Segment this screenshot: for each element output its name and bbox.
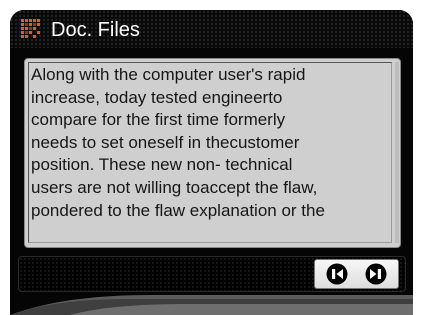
document-body-text: Along with the computer user's rapid inc…	[31, 65, 325, 220]
decorative-footer-swoosh	[10, 295, 413, 315]
title-bar: Doc. Files	[10, 10, 413, 48]
page-navigation-group	[314, 259, 399, 289]
document-viewer-window: Doc. Files Along with the computer user'…	[10, 10, 413, 315]
previous-page-icon[interactable]	[326, 263, 348, 285]
document-text-frame: Along with the computer user's rapid inc…	[28, 62, 392, 243]
document-scrollbar[interactable]	[395, 62, 399, 243]
next-page-icon[interactable]	[365, 263, 387, 285]
document-text-panel[interactable]: Along with the computer user's rapid inc…	[24, 58, 401, 248]
dot-matrix-document-icon	[21, 19, 40, 38]
window-title: Doc. Files	[51, 19, 140, 41]
bottom-toolbar	[18, 256, 406, 292]
